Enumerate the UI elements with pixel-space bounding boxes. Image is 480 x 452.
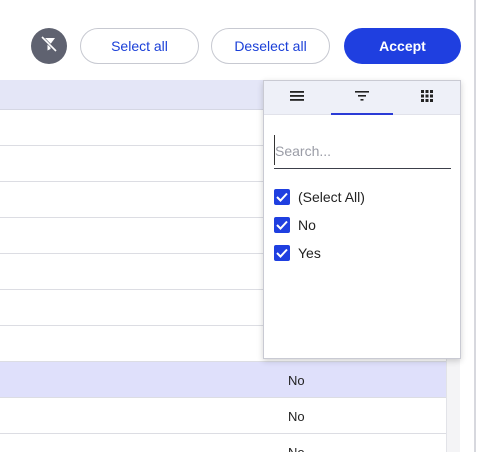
filter-screen: Select all Deselect all Accept No No No	[0, 0, 480, 452]
menu-icon	[289, 89, 304, 107]
table-cell: No	[288, 373, 305, 388]
checkbox[interactable]	[274, 189, 290, 205]
clear-filter-button[interactable]	[31, 28, 67, 64]
tab-columns[interactable]	[395, 81, 460, 114]
column-filter-popup: (Select All) No Yes	[263, 80, 461, 359]
filter-option-label: (Select All)	[298, 189, 365, 205]
table-row[interactable]: No	[0, 434, 446, 452]
filter-icon	[354, 89, 369, 107]
select-all-button[interactable]: Select all	[80, 28, 199, 64]
table-row[interactable]: No	[0, 362, 446, 398]
checkbox[interactable]	[274, 245, 290, 261]
table-row[interactable]: No	[0, 398, 446, 434]
accept-button[interactable]: Accept	[344, 28, 461, 64]
tab-filter[interactable]	[329, 81, 394, 115]
filter-search-input[interactable]	[274, 135, 451, 165]
table-cell: No	[288, 445, 305, 452]
filter-off-icon	[39, 34, 59, 59]
deselect-all-button[interactable]: Deselect all	[211, 28, 330, 64]
filter-option-no[interactable]: No	[274, 216, 316, 234]
filter-option-label: Yes	[298, 245, 321, 261]
tab-general[interactable]	[264, 81, 329, 114]
checkbox[interactable]	[274, 217, 290, 233]
columns-grid-icon	[421, 89, 434, 107]
filter-option-yes[interactable]: Yes	[274, 244, 321, 262]
filter-option-select-all[interactable]: (Select All)	[274, 188, 365, 206]
table-cell: No	[288, 409, 305, 424]
filter-option-label: No	[298, 217, 316, 233]
popup-tabs	[264, 81, 460, 115]
filter-search-field	[274, 135, 451, 169]
panel-border	[474, 0, 476, 452]
